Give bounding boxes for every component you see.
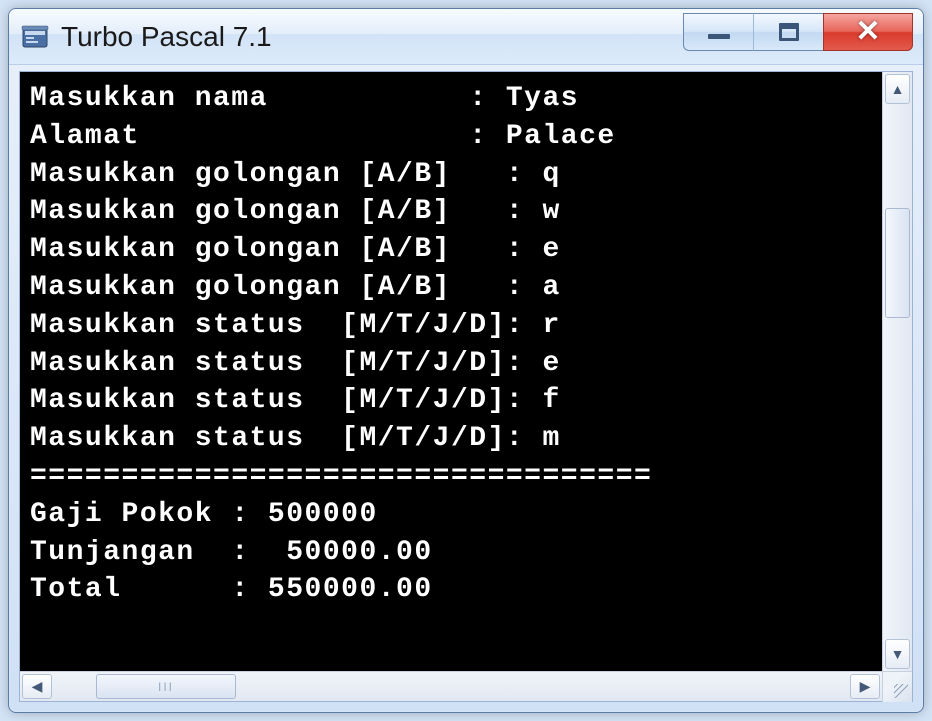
console-line: ================================== [30,461,652,492]
minimize-button[interactable] [683,13,753,51]
console-line: Tunjangan : 50000.00 [30,537,433,568]
minimize-icon [708,34,730,39]
maximize-button[interactable] [753,13,823,51]
scroll-down-button[interactable]: ▼ [885,639,910,669]
console-line: Masukkan status [M/T/J/D]: f [30,385,561,416]
vertical-scroll-track[interactable] [885,108,910,635]
app-window: Turbo Pascal 7.1 ✕ Masukkan nama : Tyas … [8,8,924,713]
app-icon [21,23,49,51]
window-title: Turbo Pascal 7.1 [61,21,683,53]
maximize-icon [779,23,799,41]
chevron-right-icon: ▶ [860,678,871,695]
client-area: Masukkan nama : Tyas Alamat : Palace Mas… [19,71,913,702]
console-line: Alamat : Palace [30,121,616,152]
scroll-up-button[interactable]: ▲ [885,74,910,104]
console-line: Masukkan status [M/T/J/D]: e [30,348,561,379]
thumb-grip-icon: III [158,680,174,694]
console-line: Masukkan status [M/T/J/D]: m [30,423,561,454]
chevron-left-icon: ◀ [32,678,43,695]
vertical-scrollbar[interactable]: ▲ ▼ [882,72,912,671]
resize-grip[interactable] [882,672,912,702]
horizontal-scroll-thumb[interactable]: III [96,674,236,699]
window-controls: ✕ [683,13,913,51]
console-wrap: Masukkan nama : Tyas Alamat : Palace Mas… [20,72,912,671]
console-line: Gaji Pokok : 500000 [30,499,378,530]
horizontal-scroll-track[interactable]: III [56,674,846,699]
console-output: Masukkan nama : Tyas Alamat : Palace Mas… [20,72,882,671]
scroll-right-button[interactable]: ▶ [850,674,880,699]
console-line: Masukkan golongan [A/B] : a [30,272,561,303]
console-line: Masukkan golongan [A/B] : e [30,234,561,265]
console-line: Masukkan golongan [A/B] : w [30,196,561,227]
console-line: Total : 550000.00 [30,574,433,605]
console-line: Masukkan golongan [A/B] : q [30,159,561,190]
horizontal-scrollbar[interactable]: ◀ III ▶ [20,671,912,701]
scroll-left-button[interactable]: ◀ [22,674,52,699]
console-line: Masukkan nama : Tyas [30,83,579,114]
console-line: Masukkan status [M/T/J/D]: r [30,310,561,341]
chevron-up-icon: ▲ [891,81,905,97]
close-button[interactable]: ✕ [823,13,913,51]
chevron-down-icon: ▼ [891,646,905,662]
close-icon: ✕ [855,17,880,47]
title-bar[interactable]: Turbo Pascal 7.1 ✕ [9,9,923,65]
vertical-scroll-thumb[interactable] [885,208,910,318]
